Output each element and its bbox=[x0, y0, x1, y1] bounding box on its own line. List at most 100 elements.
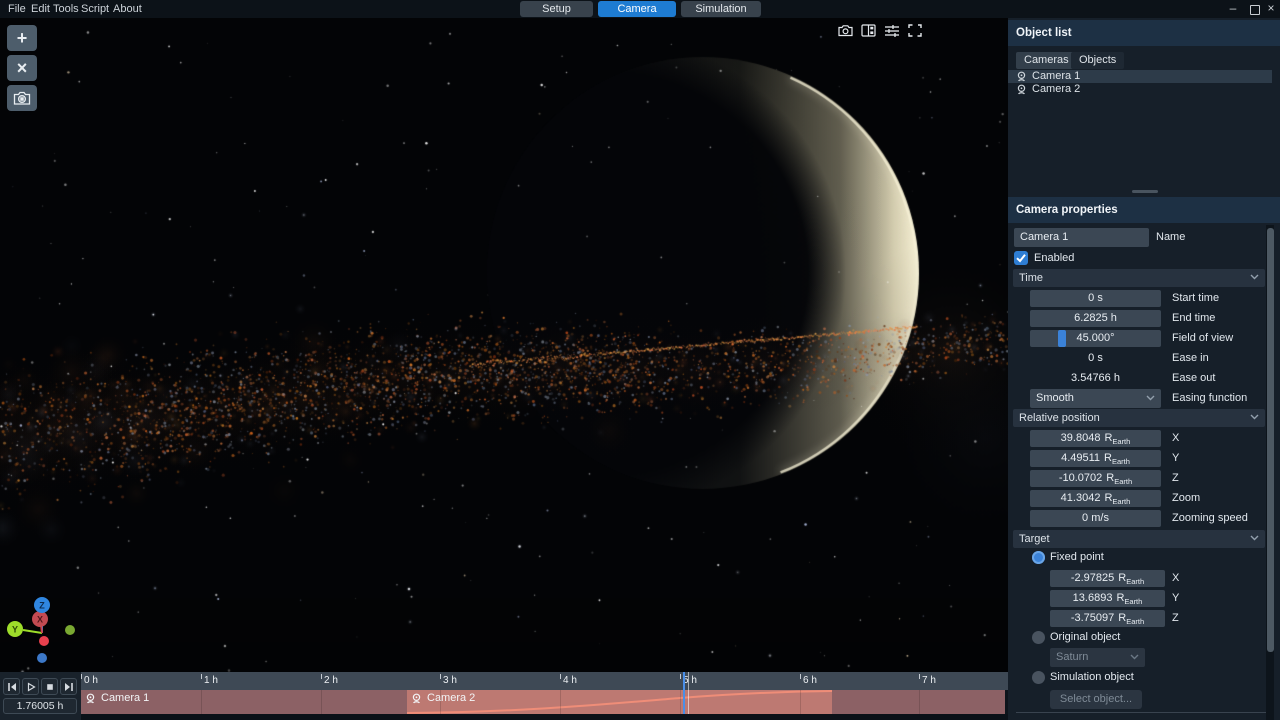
relative-x-label: X bbox=[1172, 430, 1179, 447]
target-x-input[interactable]: -2.97825REarth bbox=[1050, 570, 1165, 587]
easing-function-value: Smooth bbox=[1036, 392, 1074, 404]
menubar: File Edit Tools Script About Setup Camer… bbox=[0, 0, 1280, 18]
stop-button[interactable] bbox=[41, 678, 58, 695]
menu-script[interactable]: Script bbox=[81, 0, 109, 18]
svg-text:Y: Y bbox=[12, 625, 18, 635]
skip-end-icon bbox=[64, 682, 74, 692]
start-time-input[interactable]: 0 s bbox=[1030, 290, 1161, 307]
clip-camera-2[interactable]: Camera 2 bbox=[407, 690, 832, 714]
zooming-speed-input[interactable]: 0 m/s bbox=[1030, 510, 1161, 527]
field-of-view-slider[interactable]: 45.000° bbox=[1030, 330, 1161, 347]
space-render-canvas[interactable] bbox=[0, 18, 1008, 672]
menu-edit[interactable]: Edit bbox=[31, 0, 50, 18]
original-object-radio[interactable] bbox=[1032, 631, 1045, 644]
playhead[interactable] bbox=[683, 672, 685, 714]
target-x-label: X bbox=[1172, 570, 1179, 587]
tab-simulation[interactable]: Simulation bbox=[681, 1, 761, 17]
clip-label: Camera 2 bbox=[427, 692, 475, 704]
hover-time-line bbox=[688, 672, 689, 714]
fullscreen-icon[interactable] bbox=[907, 23, 922, 38]
playback-controls: 1.76005 h bbox=[0, 672, 81, 720]
simulation-object-label: Simulation object bbox=[1050, 671, 1134, 684]
list-item-camera-1[interactable]: Camera 1 bbox=[1008, 70, 1272, 83]
zooming-speed-label: Zooming speed bbox=[1172, 510, 1248, 527]
fixed-point-radio[interactable] bbox=[1032, 551, 1045, 564]
play-button[interactable] bbox=[22, 678, 39, 695]
axis-gizmo[interactable]: X Z Y bbox=[2, 592, 82, 672]
snapshot-camera-icon[interactable] bbox=[838, 23, 853, 38]
tab-camera[interactable]: Camera bbox=[598, 1, 676, 17]
camera-gear-icon bbox=[13, 90, 31, 106]
timeline-track[interactable]: Camera 1 Camera 2 bbox=[81, 690, 1008, 714]
list-item-label: Camera 2 bbox=[1032, 83, 1080, 96]
viewport-3d[interactable]: + × bbox=[0, 18, 1008, 672]
clip-label: Camera 1 bbox=[101, 692, 149, 704]
svg-text:Z: Z bbox=[39, 601, 45, 611]
menu-about[interactable]: About bbox=[113, 0, 142, 18]
relative-x-input[interactable]: 39.8048REarth bbox=[1030, 430, 1161, 447]
section-title: Time bbox=[1019, 272, 1043, 284]
zoom-input[interactable]: 41.3042REarth bbox=[1030, 490, 1161, 507]
play-icon bbox=[26, 682, 36, 692]
object-list-header: Object list bbox=[1008, 20, 1280, 46]
end-time-input[interactable]: 6.2825 h bbox=[1030, 310, 1161, 327]
relative-z-input[interactable]: -10.0702REarth bbox=[1030, 470, 1161, 487]
scrollbar-thumb[interactable] bbox=[1267, 228, 1274, 652]
panel-splitter-handle[interactable] bbox=[1132, 190, 1158, 193]
relative-y-label: Y bbox=[1172, 450, 1179, 467]
skip-start-icon bbox=[7, 682, 17, 692]
camera-icon bbox=[1016, 84, 1027, 95]
skip-to-end-button[interactable] bbox=[60, 678, 77, 695]
easing-function-dropdown[interactable]: Smooth bbox=[1030, 389, 1161, 408]
tab-cameras[interactable]: Cameras bbox=[1016, 52, 1077, 69]
target-y-input[interactable]: 13.6893REarth bbox=[1050, 590, 1165, 607]
chevron-down-icon bbox=[1130, 654, 1139, 660]
camera-name-input[interactable]: Camera 1 bbox=[1014, 228, 1149, 247]
maximize-icon[interactable] bbox=[1250, 5, 1260, 15]
tab-objects[interactable]: Objects bbox=[1071, 52, 1124, 69]
select-object-button[interactable]: Select object... bbox=[1050, 690, 1142, 709]
start-time-label: Start time bbox=[1172, 290, 1219, 307]
original-object-dropdown[interactable]: Saturn bbox=[1050, 648, 1145, 667]
current-time-display[interactable]: 1.76005 h bbox=[3, 698, 77, 714]
target-z-input[interactable]: -3.75097REarth bbox=[1050, 610, 1165, 627]
chevron-down-icon bbox=[1146, 395, 1155, 401]
slider-handle[interactable] bbox=[1058, 330, 1066, 347]
application-window: File Edit Tools Script About Setup Camer… bbox=[0, 0, 1280, 720]
display-settings-sliders-icon[interactable] bbox=[884, 23, 899, 38]
delete-object-button[interactable]: × bbox=[7, 55, 37, 81]
menu-tools[interactable]: Tools bbox=[53, 0, 79, 18]
relative-y-input[interactable]: 4.49511REarth bbox=[1030, 450, 1161, 467]
simulation-object-radio[interactable] bbox=[1032, 671, 1045, 684]
section-relative-position[interactable]: Relative position bbox=[1013, 409, 1265, 427]
close-icon[interactable]: × bbox=[1264, 0, 1278, 18]
field-of-view-label: Field of view bbox=[1172, 330, 1233, 347]
axis-neg-y-dot bbox=[65, 625, 75, 635]
zoom-label: Zoom bbox=[1172, 490, 1200, 507]
end-time-label: End time bbox=[1172, 310, 1215, 327]
timeline-ruler[interactable]: 0 h 1 h 2 h 3 h 4 h 5 h 6 h 7 h bbox=[81, 672, 1008, 690]
minimize-icon[interactable]: – bbox=[1226, 0, 1240, 18]
section-time[interactable]: Time bbox=[1013, 269, 1265, 287]
chevron-down-icon bbox=[1250, 535, 1259, 541]
menu-file[interactable]: File bbox=[8, 0, 26, 18]
timeline: 1.76005 h 0 h 1 h 2 h 3 h 4 h 5 h 6 h 7 … bbox=[0, 672, 1008, 720]
tab-setup[interactable]: Setup bbox=[520, 1, 593, 17]
split-view-icon[interactable] bbox=[861, 23, 876, 38]
axis-neg-x-dot bbox=[39, 636, 49, 646]
section-title: Target bbox=[1019, 533, 1050, 545]
axis-neg-z-dot bbox=[37, 653, 47, 663]
list-item-camera-2[interactable]: Camera 2 bbox=[1008, 83, 1272, 96]
enabled-checkbox[interactable] bbox=[1014, 251, 1028, 265]
ease-in-value[interactable]: 0 s bbox=[1030, 350, 1161, 367]
camera-settings-button[interactable] bbox=[7, 85, 37, 111]
easing-function-label: Easing function bbox=[1172, 389, 1247, 408]
camera-icon bbox=[1016, 71, 1027, 82]
add-object-button[interactable]: + bbox=[7, 25, 37, 51]
section-title: Relative position bbox=[1019, 412, 1100, 424]
section-target[interactable]: Target bbox=[1013, 530, 1265, 548]
enabled-label: Enabled bbox=[1034, 251, 1074, 265]
ease-out-value[interactable]: 3.54766 h bbox=[1030, 370, 1161, 387]
stop-icon bbox=[45, 682, 55, 692]
skip-to-start-button[interactable] bbox=[3, 678, 20, 695]
